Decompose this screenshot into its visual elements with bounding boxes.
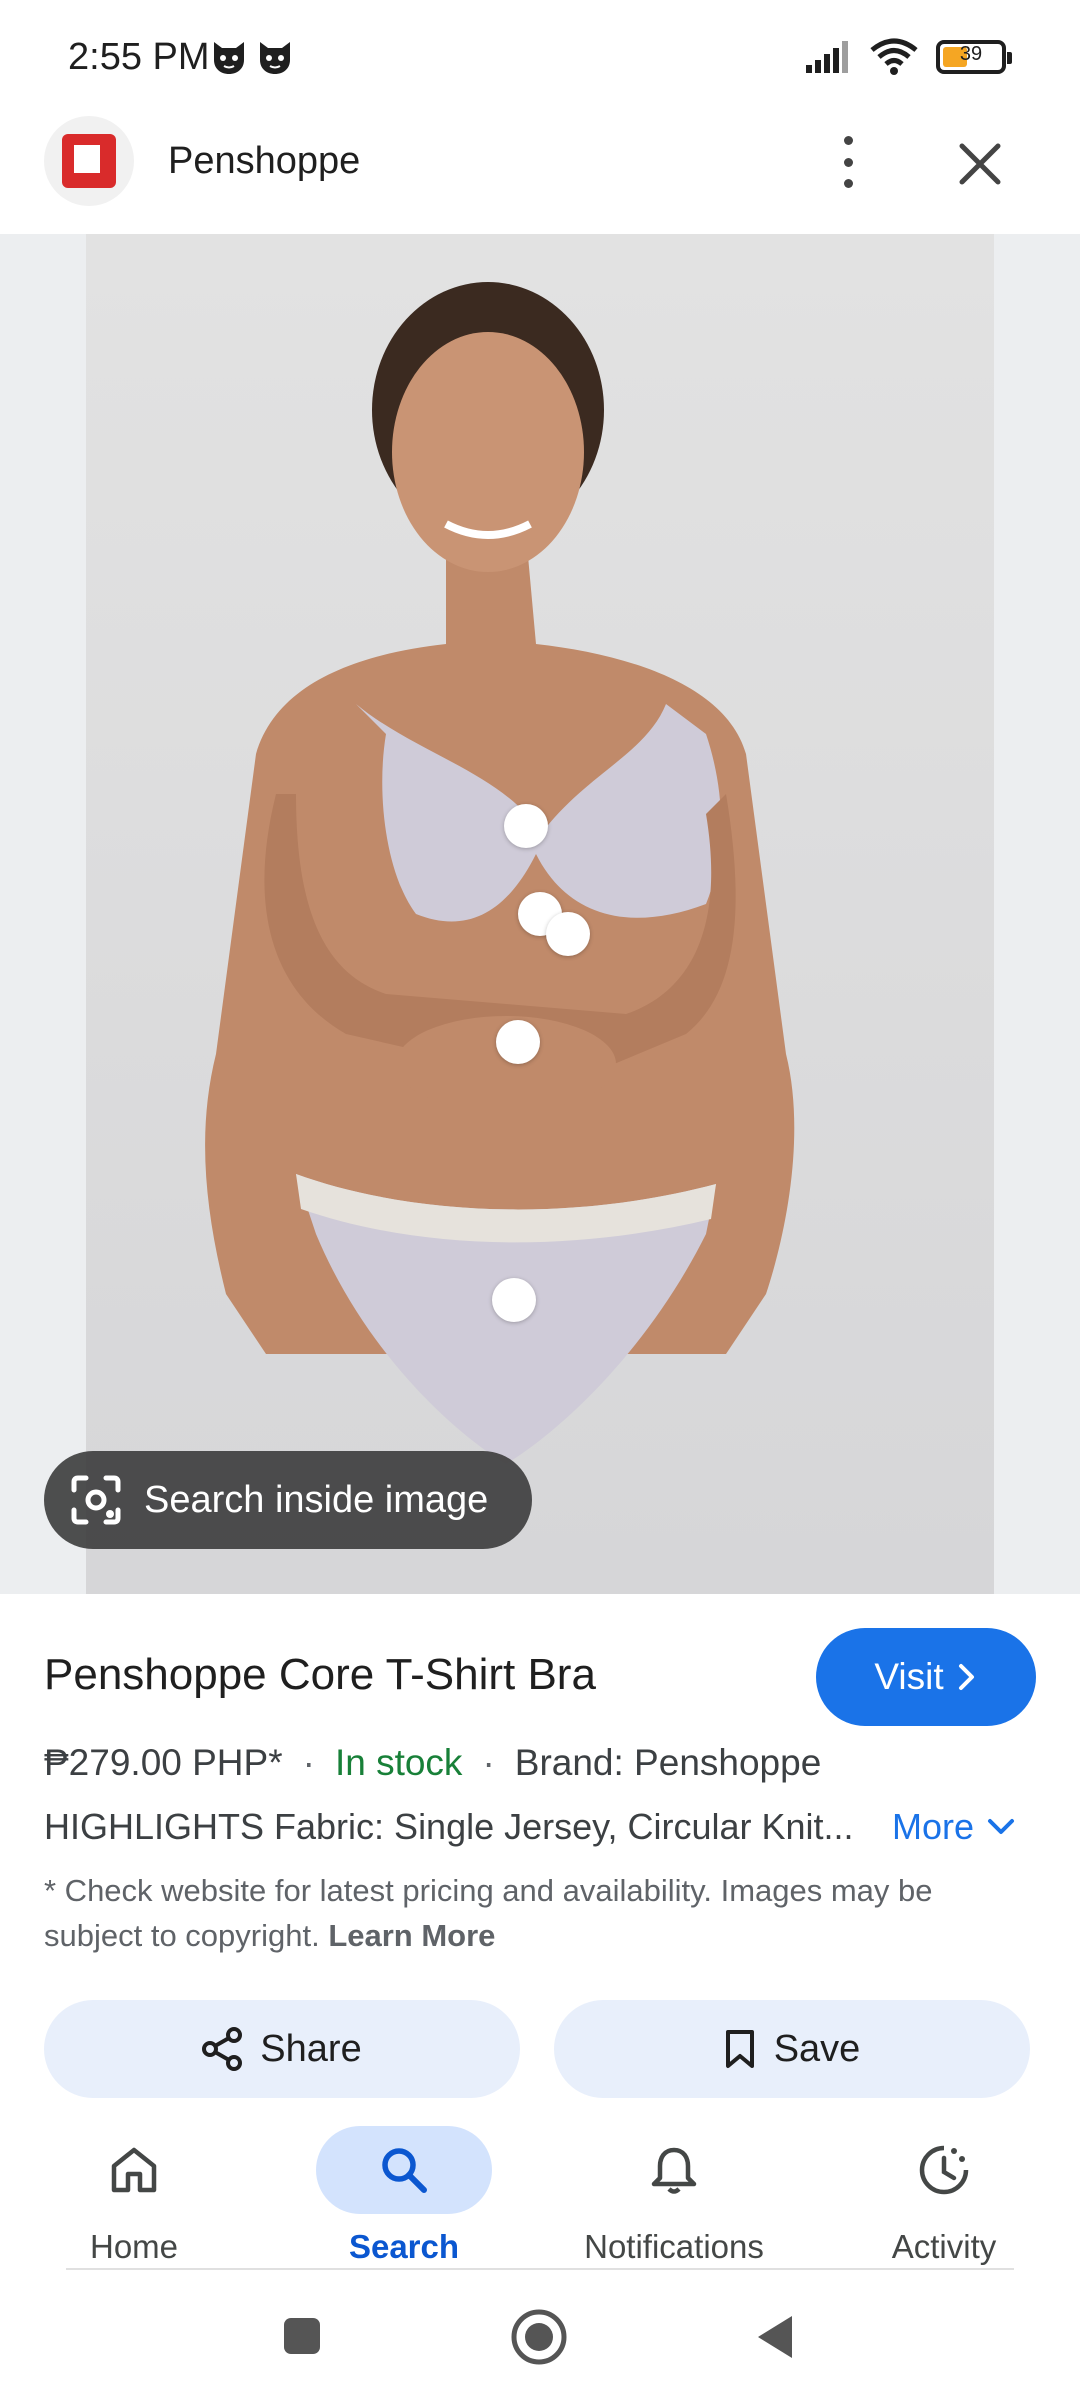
status-icons-left [210, 38, 294, 76]
cat-face-icon [214, 42, 244, 74]
home-icon [111, 2147, 157, 2193]
status-time: 2:55 PM [68, 36, 210, 78]
home-circle-icon[interactable] [510, 2308, 568, 2366]
cat-face-icon [260, 42, 290, 74]
signal-icon [806, 41, 848, 73]
product-brand: Brand: Penshoppe [514, 1742, 822, 1783]
battery-icon: 39 [936, 40, 1012, 74]
disclaimer: * Check website for latest pricing and a… [44, 1868, 1034, 1958]
meta-separator: · [482, 1742, 495, 1783]
product-photo[interactable] [86, 234, 994, 1594]
source-header: Penshoppe [0, 112, 1080, 234]
image-viewer[interactable]: Search inside image [0, 234, 1080, 1594]
search-icon [382, 2148, 427, 2193]
bottom-nav: Home Search Notifications Activity [0, 2116, 1080, 2270]
nav-label-search: Search [348, 2228, 460, 2265]
bell-icon [651, 2147, 697, 2194]
close-icon[interactable] [952, 136, 1008, 192]
share-icon [202, 2027, 243, 2071]
more-label: More [892, 1806, 975, 1847]
hotspot-dot[interactable] [504, 804, 548, 848]
highlights-text: HIGHLIGHTS Fabric: Single Jersey, Circul… [44, 1806, 854, 1847]
activity-icon [919, 2145, 969, 2195]
visit-label: Visit [874, 1656, 944, 1697]
nav-label-home: Home [89, 2228, 179, 2265]
search-inside-image-button[interactable]: Search inside image [44, 1451, 532, 1549]
product-title: Penshoppe Core T-Shirt Bra [44, 1650, 596, 1699]
save-label: Save [773, 2027, 861, 2070]
hotspot-dot[interactable] [546, 912, 590, 956]
nav-label-activity: Activity [891, 2228, 997, 2265]
more-options-icon[interactable] [830, 132, 866, 192]
hotspot-dot[interactable] [492, 1278, 536, 1322]
nav-item-activity[interactable]: Activity [834, 2126, 1054, 2266]
back-icon[interactable] [752, 2312, 798, 2362]
product-price: ₱279.00 PHP* [44, 1742, 283, 1783]
hotspot-dot[interactable] [496, 1020, 540, 1064]
site-logo[interactable] [44, 116, 134, 206]
search-inside-image-label: Search inside image [144, 1478, 489, 1521]
save-button[interactable]: Save [554, 2000, 1030, 2098]
recents-icon[interactable] [280, 2314, 324, 2358]
chevron-right-icon [958, 1664, 974, 1690]
product-meta: ₱279.00 PHP* · In stock · Brand: Penshop… [44, 1742, 821, 1784]
stock-status: In stock [334, 1742, 463, 1783]
lens-icon [71, 1475, 121, 1525]
wifi-icon [870, 38, 918, 75]
battery-level: 39 [959, 43, 983, 65]
nav-item-search[interactable]: Search [294, 2126, 514, 2266]
status-bar: 2:55 PM 39 [0, 0, 1080, 112]
status-icons-right: 39 [804, 38, 1012, 76]
chevron-down-icon [988, 1819, 1015, 1834]
learn-more-link[interactable]: Learn More [328, 1918, 495, 1953]
nav-label-notifications: Notifications [584, 2228, 764, 2265]
penshoppe-logo-icon [62, 134, 116, 188]
nav-item-home[interactable]: Home [24, 2126, 244, 2266]
site-name[interactable]: Penshoppe [168, 140, 360, 183]
share-button[interactable]: Share [44, 2000, 520, 2098]
share-label: Share [260, 2027, 362, 2070]
more-button[interactable]: More [892, 1806, 1016, 1848]
bookmark-icon [725, 2030, 754, 2068]
system-nav-bar [0, 2270, 1080, 2400]
visit-button[interactable]: Visit [816, 1628, 1036, 1726]
product-highlights: HIGHLIGHTS Fabric: Single Jersey, Circul… [44, 1806, 1044, 1848]
nav-item-notifications[interactable]: Notifications [564, 2126, 784, 2266]
meta-separator: · [302, 1742, 315, 1783]
